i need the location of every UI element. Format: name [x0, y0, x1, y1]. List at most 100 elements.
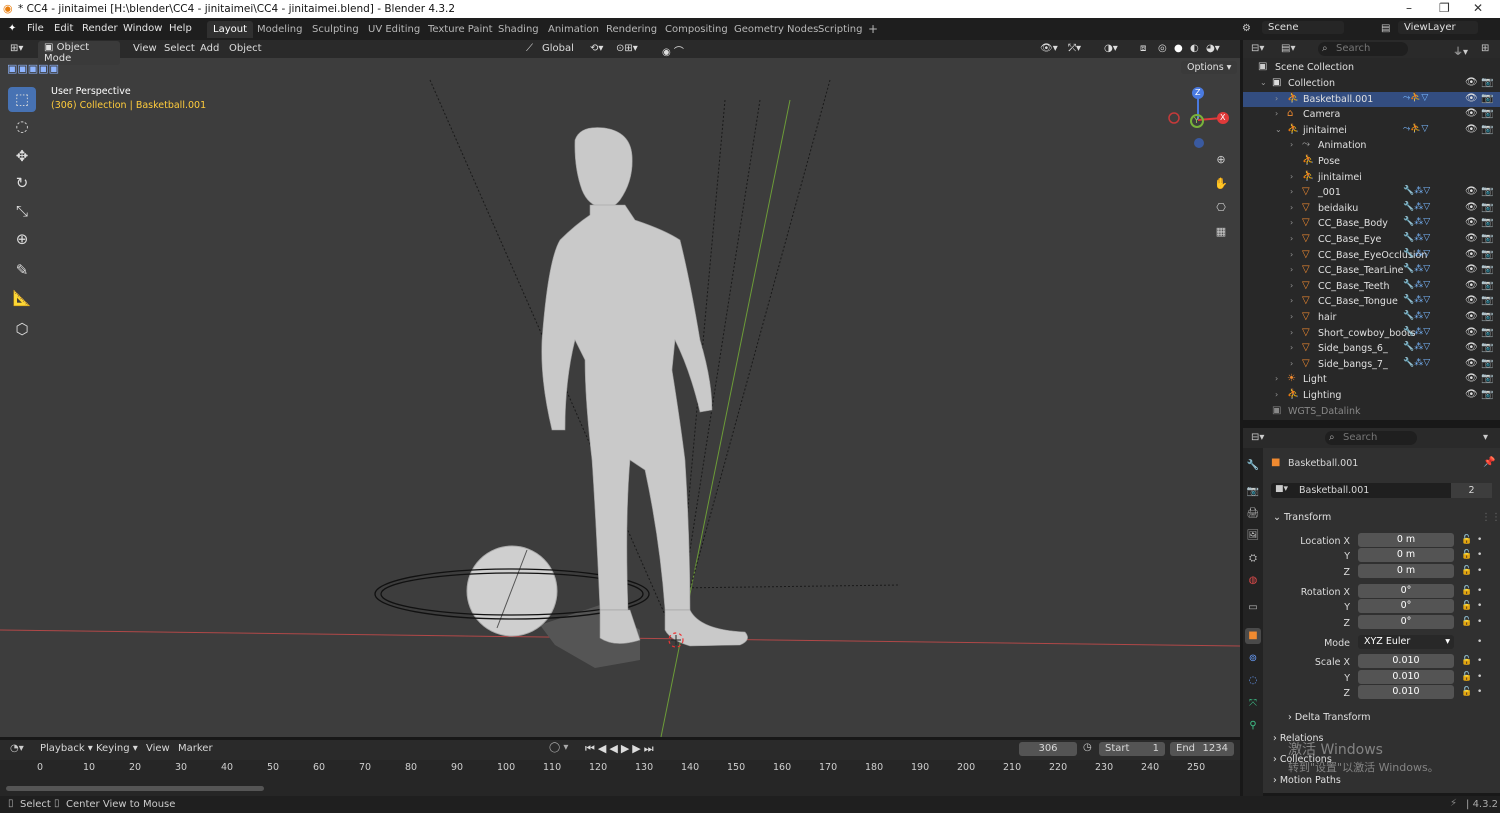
- select-mode-icons[interactable]: ▣▣▣▣▣: [7, 62, 59, 75]
- modifier-icons[interactable]: 🔧⁂▽: [1403, 233, 1430, 243]
- tool-tab-icon[interactable]: 🔧: [1245, 458, 1261, 474]
- keyframe-dot-icon[interactable]: •: [1477, 586, 1482, 596]
- modifier-icons[interactable]: 🔧⁂▽: [1403, 327, 1430, 337]
- visibility-eye-icon[interactable]: 👁: [1465, 124, 1478, 135]
- modifier-icons[interactable]: 🔧⁂▽: [1403, 280, 1430, 290]
- rotation-x-field[interactable]: 0°: [1358, 584, 1454, 598]
- disclosure-arrow-icon[interactable]: ⌄: [1260, 78, 1267, 87]
- outliner-row[interactable]: › ⛹ Lighting 👁 📷: [1243, 388, 1500, 404]
- visibility-eye-icon[interactable]: 👁: [1465, 77, 1478, 88]
- constraints-tab-icon[interactable]: ⤧: [1245, 696, 1261, 712]
- outliner-row[interactable]: › ▽ beidaiku 🔧⁂▽ 👁 📷: [1243, 201, 1500, 217]
- visibility-eye-icon[interactable]: 👁: [1465, 108, 1478, 119]
- motion-paths-section[interactable]: › Motion Paths: [1273, 775, 1341, 786]
- shading-wireframe-icon[interactable]: ◎: [1158, 43, 1167, 54]
- world-tab-icon[interactable]: ◍: [1245, 573, 1261, 589]
- render-camera-icon[interactable]: 📷: [1481, 186, 1493, 197]
- disclosure-arrow-icon[interactable]: ›: [1290, 218, 1293, 227]
- filter-icon[interactable]: ⏚▾: [1453, 43, 1468, 58]
- keyframe-dot-icon[interactable]: •: [1477, 535, 1482, 545]
- xray-icon[interactable]: ⧈: [1140, 43, 1146, 54]
- render-camera-icon[interactable]: 📷: [1481, 389, 1493, 400]
- outliner-row[interactable]: › ▽ CC_Base_Eye 🔧⁂▽ 👁 📷: [1243, 232, 1500, 248]
- modifier-icons[interactable]: 🔧⁂▽: [1403, 217, 1430, 227]
- outliner-row[interactable]: › ▽ CC_Base_Teeth 🔧⁂▽ 👁 📷: [1243, 279, 1500, 295]
- menu-select[interactable]: Select: [164, 43, 195, 54]
- modifier-icons[interactable]: 🔧⁂▽: [1403, 202, 1430, 212]
- lock-icon[interactable]: 🔓: [1461, 566, 1472, 576]
- tab-animation[interactable]: Animation: [542, 21, 605, 38]
- modifier-icons[interactable]: 🔧⁂▽: [1403, 295, 1430, 305]
- render-camera-icon[interactable]: 📷: [1481, 342, 1493, 353]
- render-camera-icon[interactable]: 📷: [1481, 264, 1493, 275]
- viewlayer-selector[interactable]: ViewLayer: [1398, 21, 1478, 34]
- outliner-row[interactable]: ▣ WGTS_Datalink: [1243, 404, 1500, 420]
- menu-add[interactable]: Add: [200, 43, 219, 54]
- modifier-icons[interactable]: 🔧⁂▽: [1403, 186, 1430, 196]
- outliner-row[interactable]: ⛹ Pose: [1243, 154, 1500, 170]
- location-y-field[interactable]: 0 m: [1358, 548, 1454, 562]
- datablock-name[interactable]: Basketball.001: [1299, 485, 1369, 496]
- timeline-menu-marker[interactable]: Marker: [178, 743, 213, 754]
- add-workspace-button[interactable]: +: [862, 19, 884, 36]
- render-camera-icon[interactable]: 📷: [1481, 77, 1493, 88]
- lock-icon[interactable]: 🔓: [1461, 535, 1472, 545]
- menu-render[interactable]: Render: [82, 23, 118, 34]
- transform-tool[interactable]: ⊕: [8, 227, 36, 252]
- keyframe-dot-icon[interactable]: •: [1477, 566, 1482, 576]
- playback-controls[interactable]: ⏮◀◀▶▶⏭: [585, 742, 657, 756]
- gizmo-y-label[interactable]: Y: [1194, 116, 1199, 125]
- tab-rendering[interactable]: Rendering: [600, 21, 663, 38]
- modifier-icons[interactable]: ⤳⛹▽: [1403, 93, 1428, 103]
- start-frame-field[interactable]: Start 1: [1099, 742, 1165, 756]
- outliner-row[interactable]: › ▽ CC_Base_Body 🔧⁂▽ 👁 📷: [1243, 216, 1500, 232]
- outliner-row[interactable]: ⌄ ⛹ jinitaimei ⤳⛹▽ 👁 📷: [1243, 123, 1500, 139]
- render-camera-icon[interactable]: 📷: [1481, 295, 1493, 306]
- visibility-eye-icon[interactable]: 👁: [1465, 264, 1478, 275]
- render-camera-icon[interactable]: 📷: [1481, 280, 1493, 291]
- data-tab-icon[interactable]: ⚲: [1245, 718, 1261, 734]
- disclosure-arrow-icon[interactable]: ⌄: [1275, 125, 1282, 134]
- select-box-tool[interactable]: ⬚: [8, 87, 36, 112]
- disclosure-arrow-icon[interactable]: ›: [1290, 281, 1293, 290]
- render-camera-icon[interactable]: 📷: [1481, 202, 1493, 213]
- visibility-eye-icon[interactable]: 👁: [1465, 233, 1478, 244]
- output-tab-icon[interactable]: 🖨: [1245, 506, 1261, 522]
- modifier-icons[interactable]: 🔧⁂▽: [1403, 264, 1430, 274]
- auto-keying-icon[interactable]: ◯ ▾: [549, 742, 568, 753]
- visibility-eye-icon[interactable]: 👁: [1465, 249, 1478, 260]
- keyframe-dot-icon[interactable]: •: [1477, 637, 1482, 647]
- visibility-icon[interactable]: 👁▾: [1040, 43, 1058, 54]
- shading-material-icon[interactable]: ◐: [1190, 43, 1199, 54]
- menu-view[interactable]: View: [133, 43, 157, 54]
- render-camera-icon[interactable]: 📷: [1481, 327, 1493, 338]
- disclosure-arrow-icon[interactable]: ›: [1290, 343, 1293, 352]
- annotate-tool[interactable]: ✎: [8, 258, 36, 283]
- keyframe-dot-icon[interactable]: •: [1477, 672, 1482, 682]
- ortho-grid-icon[interactable]: ▦: [1211, 222, 1231, 242]
- location-x-field[interactable]: 0 m: [1358, 533, 1454, 547]
- pin-icon[interactable]: 📌: [1483, 457, 1495, 468]
- measure-tool[interactable]: 📐: [8, 286, 36, 311]
- outliner-search-input[interactable]: Search: [1318, 42, 1408, 56]
- editor-type-icon[interactable]: ⊞▾: [10, 43, 23, 54]
- timeline-menu-playback[interactable]: Playback ▾: [40, 743, 93, 754]
- rotate-tool[interactable]: ↻: [8, 171, 36, 196]
- render-camera-icon[interactable]: 📷: [1481, 373, 1493, 384]
- keyframe-dot-icon[interactable]: •: [1477, 601, 1482, 611]
- render-camera-icon[interactable]: 📷: [1481, 233, 1493, 244]
- visibility-eye-icon[interactable]: 👁: [1465, 217, 1478, 228]
- outliner-row[interactable]: › ☀ Light 👁 📷: [1243, 372, 1500, 388]
- modifier-icons[interactable]: ⤳⛹▽: [1403, 124, 1428, 134]
- properties-editor-icon[interactable]: ⊟▾: [1251, 432, 1264, 443]
- gizmo-z-label[interactable]: Z: [1195, 88, 1200, 97]
- disclosure-arrow-icon[interactable]: ›: [1275, 390, 1278, 399]
- rotation-z-field[interactable]: 0°: [1358, 615, 1454, 629]
- outliner-row[interactable]: › ⌂ Camera 👁 📷: [1243, 107, 1500, 123]
- menu-window[interactable]: Window: [123, 23, 162, 34]
- visibility-eye-icon[interactable]: 👁: [1465, 202, 1478, 213]
- end-frame-field[interactable]: End 1234: [1170, 742, 1234, 756]
- lock-icon[interactable]: 🔓: [1461, 601, 1472, 611]
- outliner-row[interactable]: › ▽ Side_bangs_6_ 🔧⁂▽ 👁 📷: [1243, 341, 1500, 357]
- outliner-row[interactable]: › ▽ CC_Base_TearLine 🔧⁂▽ 👁 📷: [1243, 263, 1500, 279]
